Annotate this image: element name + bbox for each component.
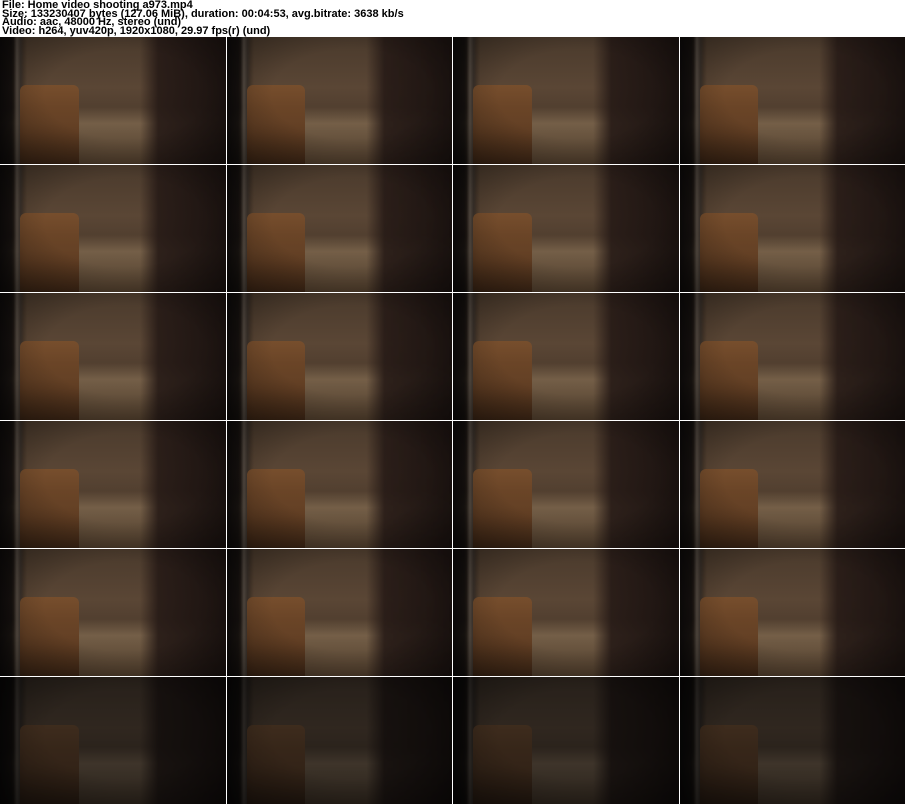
video-frame-thumbnail bbox=[0, 677, 226, 804]
video-frame-thumbnail bbox=[227, 549, 453, 676]
video-frame-thumbnail bbox=[227, 37, 453, 164]
video-frame-thumbnail bbox=[680, 421, 905, 548]
video-frame-thumbnail bbox=[0, 165, 226, 292]
video-frame-thumbnail bbox=[680, 165, 905, 292]
meta-video-info: Video: h264, yuv420p, 1920x1080, 29.97 f… bbox=[2, 27, 905, 36]
video-frame-thumbnail bbox=[453, 165, 679, 292]
video-frame-thumbnail bbox=[0, 293, 226, 420]
video-frame-thumbnail bbox=[227, 677, 453, 804]
thumbnail-grid bbox=[0, 37, 905, 804]
video-frame-thumbnail bbox=[0, 37, 226, 164]
video-frame-thumbnail bbox=[227, 293, 453, 420]
video-frame-thumbnail bbox=[453, 677, 679, 804]
video-frame-thumbnail bbox=[0, 421, 226, 548]
file-metadata-header: File: Home video shooting a973.mp4 Size:… bbox=[0, 0, 905, 37]
video-frame-thumbnail bbox=[227, 421, 453, 548]
video-frame-thumbnail bbox=[453, 421, 679, 548]
video-frame-thumbnail bbox=[680, 293, 905, 420]
video-frame-thumbnail bbox=[453, 37, 679, 164]
video-frame-thumbnail bbox=[227, 165, 453, 292]
video-frame-thumbnail bbox=[453, 549, 679, 676]
video-frame-thumbnail bbox=[680, 37, 905, 164]
video-frame-thumbnail bbox=[680, 549, 905, 676]
video-frame-thumbnail bbox=[680, 677, 905, 804]
video-frame-thumbnail bbox=[453, 293, 679, 420]
video-frame-thumbnail bbox=[0, 549, 226, 676]
